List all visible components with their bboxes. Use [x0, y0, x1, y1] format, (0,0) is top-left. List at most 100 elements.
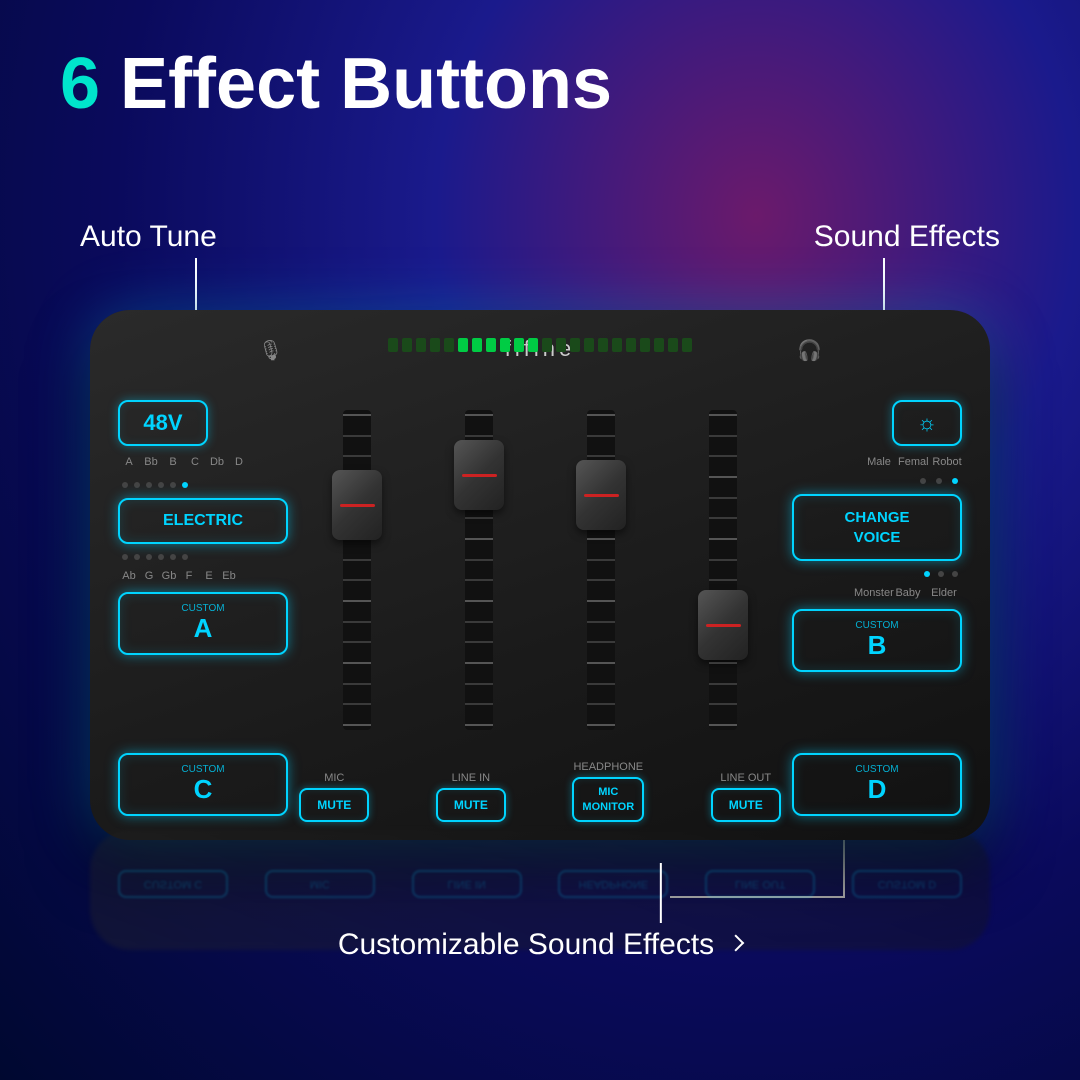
electric-button[interactable]: ELECTRIC [118, 498, 288, 544]
fader-knob-2[interactable] [454, 440, 504, 510]
refl-line-out: LINE OUT [705, 870, 815, 898]
auto-tune-label: Auto Tune [80, 220, 217, 254]
fader-knob-3[interactable] [576, 460, 626, 530]
fader-line [587, 455, 615, 457]
note-label: F [180, 570, 198, 582]
fader-track-3 [587, 410, 615, 730]
brightness-button[interactable]: ☼ [892, 400, 962, 446]
fader-line [709, 538, 737, 540]
voice-labels-top: Male Femal Robot [864, 456, 962, 468]
fader-channel-4 [666, 410, 780, 790]
line-out-mute-button[interactable]: MUTE [711, 788, 781, 822]
fader-track-4 [709, 410, 737, 730]
note-dot [122, 482, 128, 488]
fader-line [587, 414, 615, 416]
fader-line [709, 683, 737, 685]
voice-label-robot: Robot [932, 456, 962, 468]
fader-lines [709, 410, 737, 730]
fader-line [343, 435, 371, 437]
change-voice-button[interactable]: CHANGEVOICE [792, 494, 962, 561]
fader-line [587, 641, 615, 643]
fader-line [465, 579, 493, 581]
meter-segment [514, 338, 524, 352]
voice-dot [936, 478, 942, 484]
note-dot [134, 482, 140, 488]
controls-area: 48V A Bb B C Db D ELECTRIC [118, 400, 962, 816]
faders-area [300, 400, 780, 816]
note-label: D [230, 456, 248, 468]
custom-b-label: CUSTOM [802, 621, 952, 631]
title-number: 6 [60, 44, 100, 124]
meter-segment [500, 338, 510, 352]
fader-channel-2 [422, 410, 536, 790]
fader-line [343, 662, 371, 664]
meter-segment [598, 338, 608, 352]
fader-knob-4[interactable] [698, 590, 748, 660]
note-label: A [120, 456, 138, 468]
note-dot [182, 554, 188, 560]
baby-label: Baby [890, 587, 926, 599]
fader-line [465, 435, 493, 437]
mic-channel-label: MIC [324, 772, 344, 784]
note-label: B [164, 456, 182, 468]
note-dot [170, 554, 176, 560]
customizable-text: Customizable Sound Effects [338, 928, 714, 962]
meter-segment [570, 338, 580, 352]
meter-segment [668, 338, 678, 352]
meter-segment [682, 338, 692, 352]
note-dots-bottom [122, 554, 288, 560]
fader-line [709, 579, 737, 581]
headphone-icon: 🎧 [797, 338, 822, 363]
meter-segment [458, 338, 468, 352]
custom-a-button[interactable]: CUSTOM A [118, 592, 288, 655]
fader-line [465, 662, 493, 664]
refl-custom-c: CUSTOM C [118, 870, 228, 898]
note-labels-bottom: Ab G Gb F E Eb [120, 570, 288, 582]
reflection-row: CUSTOM C MIC LINE IN HEADPHONE LINE OUT … [90, 870, 990, 898]
fader-lines [587, 410, 615, 730]
fader-line [709, 724, 737, 726]
refl-custom-d: CUSTOM D [852, 870, 962, 898]
voice-dots-top [920, 478, 958, 484]
fader-knob-1[interactable] [332, 470, 382, 540]
note-dot [158, 554, 164, 560]
audio-mixer-device: 🎙 fifine 🎧 [90, 310, 990, 840]
refl-line-in: LINE IN [412, 870, 522, 898]
fader-line [709, 455, 737, 457]
customizable-label: Customizable Sound Effects [338, 928, 742, 962]
note-label: Gb [160, 570, 178, 582]
voice-dot-active [952, 478, 958, 484]
fader-channel-3 [544, 410, 658, 790]
mic-mute-button[interactable]: MUTE [299, 788, 369, 822]
note-label: Bb [142, 456, 160, 468]
meter-segment [486, 338, 496, 352]
fader-line [587, 621, 615, 623]
mic-monitor-button[interactable]: MICMONITOR [572, 777, 644, 822]
note-label: Db [208, 456, 226, 468]
fader-line [343, 641, 371, 643]
meter-segment [542, 338, 552, 352]
fader-track-2 [465, 410, 493, 730]
fader-line [343, 724, 371, 726]
meter-segment [528, 338, 538, 352]
left-panel: 48V A Bb B C Db D ELECTRIC [118, 400, 288, 816]
custom-b-button[interactable]: CUSTOM B [792, 609, 962, 672]
48v-button[interactable]: 48V [118, 400, 208, 446]
headphone-channel-group: HEADPHONE MICMONITOR [572, 761, 644, 822]
custom-a-letter: A [128, 614, 278, 643]
note-dot [146, 482, 152, 488]
title-text: Effect Buttons [100, 44, 612, 124]
fader-line [587, 662, 615, 664]
fader-line [343, 703, 371, 705]
fader-line [709, 497, 737, 499]
fader-line [465, 724, 493, 726]
fader-line [709, 435, 737, 437]
bottom-channels-row: MIC MUTE LINE IN MUTE HEADPHONE MICMONIT… [118, 761, 962, 822]
note-label: E [200, 570, 218, 582]
line-in-channel-label: LINE IN [452, 772, 491, 784]
line-in-mute-button[interactable]: MUTE [436, 788, 506, 822]
fader-line [587, 703, 615, 705]
meter-segment [444, 338, 454, 352]
page-title: 6 Effect Buttons [60, 48, 612, 120]
meter-segment [584, 338, 594, 352]
